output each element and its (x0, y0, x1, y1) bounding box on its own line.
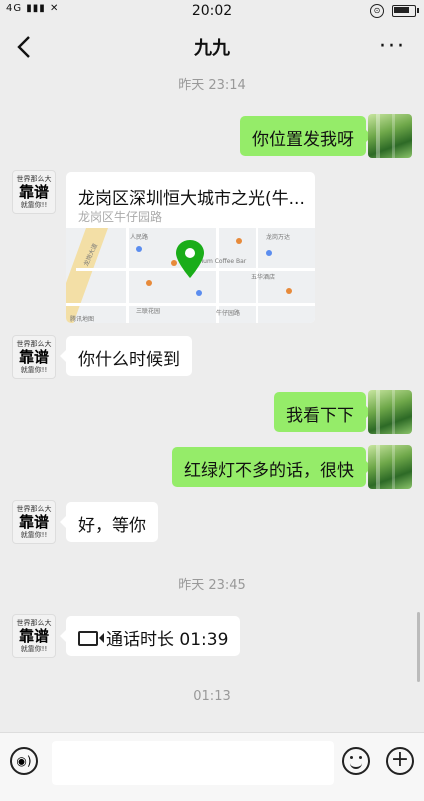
map-poi (286, 288, 292, 294)
map-poi (146, 280, 152, 286)
chat-title: 九九 (194, 38, 230, 59)
my-avatar[interactable] (368, 445, 412, 489)
avatar-text-bottom: 就靠你!! (20, 645, 48, 653)
location-title: 龙岗区深圳恒大城市之光(牛... (78, 189, 305, 209)
map-label: Mum Coffee Bar (198, 258, 247, 265)
avatar-text-bottom: 就靠你!! (20, 366, 48, 374)
timestamp: 01:13 (193, 689, 231, 704)
timestamp: 昨天 23:45 (178, 578, 246, 593)
avatar-text-main: 靠谱 (18, 348, 49, 366)
my-avatar[interactable] (368, 114, 412, 158)
map-label: 人民路 (130, 234, 149, 241)
status-bar: 4G ▮▮▮ ✕ 20:02 ⊙ (0, 0, 424, 22)
map-poi (236, 238, 242, 244)
video-call-icon (78, 631, 104, 646)
emoji-icon[interactable] (342, 747, 370, 775)
map-label: 三联花园 (136, 308, 161, 315)
location-message-card[interactable]: 龙岗区深圳恒大城市之光(牛... 龙岗区牛仔园路 龙岗大道 人民路 Mum Co… (66, 172, 315, 323)
message-bubble-sent[interactable]: 你位置发我呀 (240, 116, 372, 156)
call-duration: 通话时长 01:39 (106, 630, 229, 650)
scrollbar[interactable] (417, 612, 420, 682)
input-bar: ◉) + (0, 732, 424, 801)
timestamp: 昨天 23:14 (178, 78, 246, 93)
message-bubble-sent[interactable]: 我看下下 (274, 392, 372, 432)
chat-header: 九九 ··· (0, 22, 424, 72)
battery-level (394, 7, 410, 13)
map-label: 五华酒店 (251, 274, 276, 281)
location-subtitle: 龙岗区牛仔园路 (78, 210, 163, 224)
contact-avatar[interactable]: 世界那么大 靠谱 就靠你!! (12, 500, 56, 544)
avatar-text-bottom: 就靠你!! (20, 201, 48, 209)
contact-avatar[interactable]: 世界那么大 靠谱 就靠你!! (12, 335, 56, 379)
avatar-text-main: 靠谱 (18, 183, 49, 201)
map-label: 牛仔园路 (216, 310, 241, 317)
avatar-text-main: 靠谱 (18, 513, 49, 531)
avatar-text-main: 靠谱 (18, 627, 49, 645)
map-poi (136, 246, 142, 252)
message-bubble-received[interactable]: 好，等你 (60, 502, 158, 542)
map-label: 龙岗万达 (266, 234, 291, 241)
status-right: ⊙ (370, 4, 419, 18)
location-pin-icon (176, 240, 204, 278)
status-time: 20:02 (191, 3, 233, 19)
avatar-text-bottom: 就靠你!! (20, 531, 48, 539)
contact-avatar[interactable]: 世界那么大 靠谱 就靠你!! (12, 170, 56, 214)
map-poi (196, 290, 202, 296)
map-poi (266, 250, 272, 256)
map-river (66, 228, 108, 323)
location-map[interactable]: 龙岗大道 人民路 Mum Coffee Bar 五华酒店 腾讯地图 三联花园 牛… (66, 228, 315, 323)
plus-icon[interactable]: + (386, 747, 414, 775)
message-bubble-received[interactable]: 你什么时候到 (60, 336, 192, 376)
map-road (126, 228, 129, 323)
my-avatar[interactable] (368, 390, 412, 434)
lock-icon: ⊙ (370, 4, 384, 18)
more-icon[interactable]: ··· (379, 34, 406, 59)
battery-icon (392, 5, 419, 17)
map-label: 腾讯地图 (70, 316, 95, 323)
call-record-bubble[interactable]: 通话时长 01:39 (59, 616, 241, 656)
voice-icon[interactable]: ◉) (10, 747, 38, 775)
map-road (66, 303, 315, 306)
message-bubble-sent[interactable]: 红绿灯不多的话，很快 (172, 447, 372, 487)
message-input[interactable] (52, 741, 334, 785)
contact-avatar[interactable]: 世界那么大 靠谱 就靠你!! (12, 614, 56, 658)
